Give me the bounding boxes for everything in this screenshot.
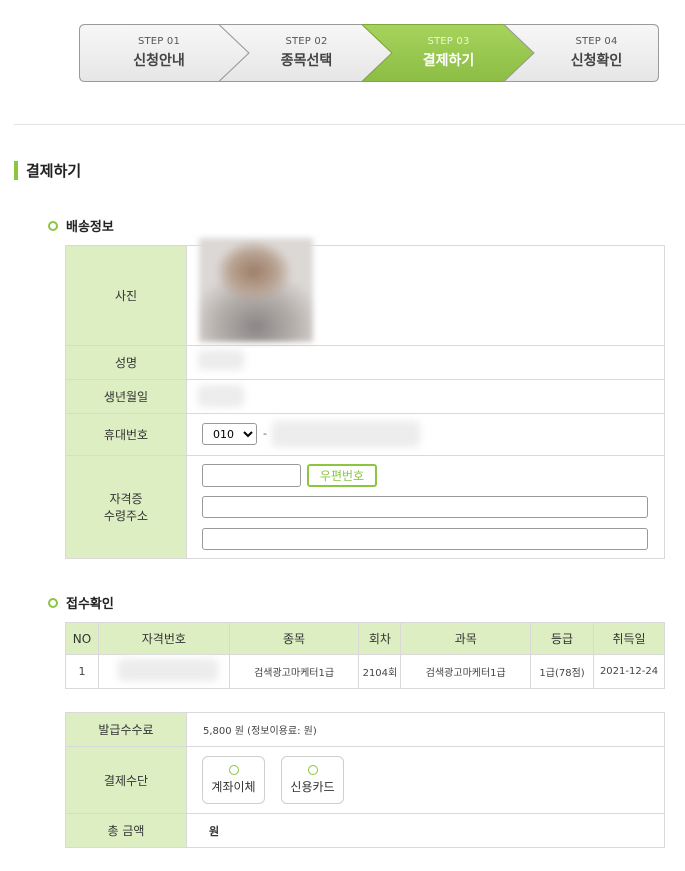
step-title: 신청확인	[570, 53, 623, 69]
name-redacted	[198, 350, 244, 370]
birth-redacted	[198, 385, 244, 407]
bank-transfer-button[interactable]: 계좌이체	[202, 756, 265, 804]
step-number: STEP 04	[575, 36, 618, 47]
col-category: 종목	[228, 622, 360, 655]
receipt-title-text: 접수확인	[66, 597, 114, 612]
delivery-section-title: 배송정보	[48, 216, 114, 235]
col-subject: 과목	[400, 622, 532, 655]
fee-value: 5,800 원 (정보이용료: 원)	[186, 712, 665, 747]
phone-dash: -	[263, 427, 267, 440]
address-label: 자격증 수령주소	[65, 455, 187, 559]
circle-bullet-icon	[48, 597, 58, 608]
phone-number-redacted[interactable]	[272, 421, 420, 447]
step-indicator: STEP 01 신청안내 STEP 02 종목선택 STEP 03 결제하기 S…	[79, 24, 659, 82]
row-grade: 1급(78점)	[530, 654, 595, 689]
birth-label: 생년월일	[65, 379, 187, 414]
phone-label: 휴대번호	[65, 413, 187, 456]
method-label: 결제수단	[65, 746, 187, 814]
total-value: 원	[186, 813, 665, 848]
row-no: 1	[65, 654, 99, 689]
radio-icon[interactable]	[228, 765, 239, 775]
col-date: 취득일	[593, 622, 665, 655]
step-02: STEP 02 종목선택	[249, 24, 364, 82]
divider	[14, 124, 685, 125]
col-round: 회차	[358, 622, 402, 655]
total-row: 총 금액 원	[65, 813, 665, 848]
total-label: 총 금액	[65, 813, 187, 848]
step-title: 종목선택	[280, 53, 333, 69]
payment-table: 발급수수료 5,800 원 (정보이용료: 원) 결제수단 총 금액 원	[65, 712, 665, 848]
photo-label: 사진	[65, 245, 187, 346]
title-bar	[14, 160, 18, 180]
name-row: 성명	[65, 345, 665, 380]
step-title: 결제하기	[422, 53, 475, 69]
birth-value	[186, 379, 665, 414]
profile-photo	[199, 238, 313, 342]
fee-row: 발급수수료 5,800 원 (정보이용료: 원)	[65, 712, 665, 747]
birth-row: 생년월일	[65, 379, 665, 414]
credit-card-label: 신용카드	[290, 780, 335, 794]
page-title: 결제하기	[14, 160, 81, 180]
phone-prefix-select[interactable]: 010	[202, 423, 257, 445]
col-license-no: 자격번호	[97, 622, 230, 655]
step-title: 신청안내	[133, 53, 185, 69]
row-date: 2021-12-24	[593, 654, 665, 689]
row-round: 2104회	[358, 654, 402, 689]
receipt-header-row: NO 자격번호 종목 회차 과목 등급 취득일	[65, 622, 665, 655]
row-category: 검색광고마케터1급	[228, 654, 360, 689]
zipcode-search-button[interactable]: 우편번호	[307, 464, 377, 487]
phone-cell	[186, 413, 665, 456]
page-title-text: 결제하기	[26, 161, 82, 180]
circle-bullet-icon	[48, 220, 58, 231]
row-subject: 검색광고마케터1급	[400, 654, 532, 689]
step-03-active: STEP 03 결제하기	[391, 24, 506, 82]
method-row: 결제수단	[65, 746, 665, 814]
address-input[interactable]	[202, 496, 648, 518]
name-value	[186, 345, 665, 380]
zipcode-input[interactable]	[202, 464, 301, 487]
fee-label: 발급수수료	[65, 712, 187, 747]
radio-icon[interactable]	[307, 765, 318, 775]
step-number: STEP 02	[285, 36, 328, 47]
address-detail-input[interactable]	[202, 528, 648, 550]
name-label: 성명	[65, 345, 187, 380]
step-04: STEP 04 신청확인	[534, 24, 659, 82]
step-01: STEP 01 신청안내	[99, 24, 219, 82]
col-no: NO	[65, 622, 99, 655]
credit-card-button[interactable]: 신용카드	[281, 756, 344, 804]
receipt-section-title: 접수확인	[48, 593, 114, 612]
address-label-line2: 수령주소	[103, 509, 149, 523]
step-number: STEP 03	[427, 36, 470, 47]
col-grade: 등급	[530, 622, 595, 655]
delivery-title-text: 배송정보	[66, 220, 114, 235]
step-number: STEP 01	[137, 36, 181, 47]
license-no-redacted	[118, 659, 218, 681]
photo-row: 사진	[65, 245, 665, 346]
bank-transfer-label: 계좌이체	[211, 780, 256, 794]
address-label-line1: 자격증	[109, 492, 143, 506]
